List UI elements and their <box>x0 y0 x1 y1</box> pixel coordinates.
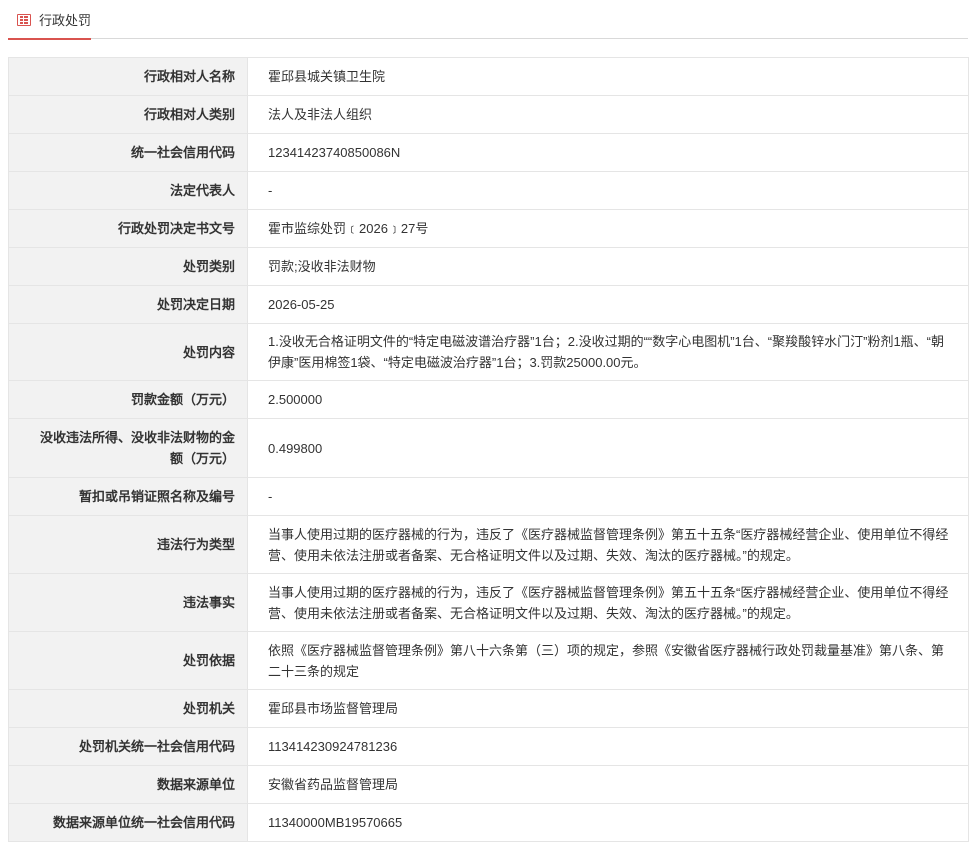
row-fine-amount: 罚款金额（万元） 2.500000 <box>8 380 969 419</box>
row-legal-basis: 处罚依据 依照《医疗器械监督管理条例》第八十六条第（三）项的规定，参照《安徽省医… <box>8 631 969 690</box>
field-label: 处罚类别 <box>8 247 248 286</box>
row-credit-code: 统一社会信用代码 12341423740850086N <box>8 133 969 172</box>
tab-administrative-penalty[interactable]: 行政处罚 <box>8 0 92 40</box>
field-label: 没收违法所得、没收非法财物的金额（万元） <box>8 418 248 478</box>
field-value: 法人及非法人组织 <box>247 95 969 134</box>
row-data-source: 数据来源单位 安徽省药品监督管理局 <box>8 765 969 804</box>
field-value: 0.499800 <box>247 418 969 478</box>
row-decision-date: 处罚决定日期 2026-05-25 <box>8 285 969 324</box>
field-value: 当事人使用过期的医疗器械的行为，违反了《医疗器械监督管理条例》第五十五条“医疗器… <box>247 515 969 574</box>
row-data-source-credit-code: 数据来源单位统一社会信用代码 11340000MB19570665 <box>8 803 969 842</box>
row-decision-number: 行政处罚决定书文号 霍市监综处罚﹝2026﹞27号 <box>8 209 969 248</box>
field-value: 11340000MB19570665 <box>247 803 969 842</box>
field-label: 违法行为类型 <box>8 515 248 574</box>
field-value: 安徽省药品监督管理局 <box>247 765 969 804</box>
field-label: 暂扣或吊销证照名称及编号 <box>8 477 248 516</box>
field-label: 数据来源单位统一社会信用代码 <box>8 803 248 842</box>
active-tab-indicator <box>8 38 91 40</box>
penalty-detail-table: 行政相对人名称 霍邱县城关镇卫生院 行政相对人类别 法人及非法人组织 统一社会信… <box>8 57 969 842</box>
row-penalty-content: 处罚内容 1.没收无合格证明文件的“特定电磁波谱治疗器”1台；2.没收过期的““… <box>8 323 969 381</box>
field-value: 依照《医疗器械监督管理条例》第八十六条第（三）项的规定，参照《安徽省医疗器械行政… <box>247 631 969 690</box>
field-label: 数据来源单位 <box>8 765 248 804</box>
field-value: 113414230924781236 <box>247 727 969 766</box>
field-value: - <box>247 171 969 210</box>
row-legal-representative: 法定代表人 - <box>8 171 969 210</box>
tab-label: 行政处罚 <box>39 13 92 28</box>
field-label: 处罚机关统一社会信用代码 <box>8 727 248 766</box>
field-value: 霍邱县市场监督管理局 <box>247 689 969 728</box>
field-value: 12341423740850086N <box>247 133 969 172</box>
field-label: 处罚机关 <box>8 689 248 728</box>
field-label: 行政相对人类别 <box>8 95 248 134</box>
row-authority-credit-code: 处罚机关统一社会信用代码 113414230924781236 <box>8 727 969 766</box>
field-value: 1.没收无合格证明文件的“特定电磁波谱治疗器”1台；2.没收过期的““数字心电图… <box>247 323 969 381</box>
field-label: 统一社会信用代码 <box>8 133 248 172</box>
field-label: 处罚决定日期 <box>8 285 248 324</box>
row-license-revoked: 暂扣或吊销证照名称及编号 - <box>8 477 969 516</box>
field-value: 霍邱县城关镇卫生院 <box>247 57 969 96</box>
list-icon <box>17 13 31 26</box>
field-value: 罚款;没收非法财物 <box>247 247 969 286</box>
field-label: 行政处罚决定书文号 <box>8 209 248 248</box>
field-label: 违法事实 <box>8 573 248 632</box>
row-violation-facts: 违法事实 当事人使用过期的医疗器械的行为，违反了《医疗器械监督管理条例》第五十五… <box>8 573 969 632</box>
field-label: 处罚内容 <box>8 323 248 381</box>
field-label: 处罚依据 <box>8 631 248 690</box>
field-value: 当事人使用过期的医疗器械的行为，违反了《医疗器械监督管理条例》第五十五条“医疗器… <box>247 573 969 632</box>
field-value: 2026-05-25 <box>247 285 969 324</box>
row-counterparty-name: 行政相对人名称 霍邱县城关镇卫生院 <box>8 57 969 96</box>
row-counterparty-type: 行政相对人类别 法人及非法人组织 <box>8 95 969 134</box>
field-value: - <box>247 477 969 516</box>
row-penalty-type: 处罚类别 罚款;没收非法财物 <box>8 247 969 286</box>
field-label: 罚款金额（万元） <box>8 380 248 419</box>
row-violation-type: 违法行为类型 当事人使用过期的医疗器械的行为，违反了《医疗器械监督管理条例》第五… <box>8 515 969 574</box>
field-label: 法定代表人 <box>8 171 248 210</box>
row-confiscated-amount: 没收违法所得、没收非法财物的金额（万元） 0.499800 <box>8 418 969 478</box>
row-authority: 处罚机关 霍邱县市场监督管理局 <box>8 689 969 728</box>
field-value: 2.500000 <box>247 380 969 419</box>
field-value: 霍市监综处罚﹝2026﹞27号 <box>247 209 969 248</box>
tab-bar: 行政处罚 <box>8 0 968 40</box>
field-label: 行政相对人名称 <box>8 57 248 96</box>
